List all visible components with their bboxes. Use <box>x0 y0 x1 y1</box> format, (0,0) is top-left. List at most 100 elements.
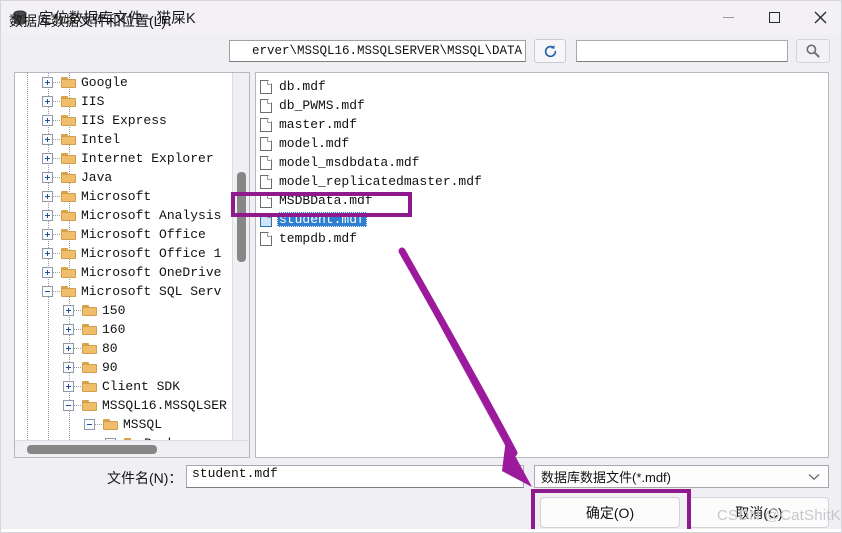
maximize-icon <box>768 12 780 23</box>
tree-guide-dots <box>53 267 61 278</box>
tree-vertical-scroll-thumb[interactable] <box>237 172 246 262</box>
tree-expand-icon[interactable] <box>63 362 74 373</box>
folder-icon <box>82 342 98 355</box>
tree-expand-icon[interactable] <box>63 343 74 354</box>
tree-expand-icon[interactable] <box>63 324 74 335</box>
close-icon <box>814 11 826 24</box>
tree-item[interactable]: Client SDK <box>15 377 233 396</box>
tree-item[interactable]: IIS <box>15 92 233 111</box>
file-list-panel[interactable]: db.mdf db_PWMS.mdf master.mdf model.mdf mode… <box>255 72 829 458</box>
folder-icon <box>82 304 98 317</box>
tree-item-label: MSSQL <box>123 417 163 432</box>
tree-guide-dots <box>53 172 61 183</box>
tree-horizontal-scrollbar[interactable] <box>15 440 249 457</box>
tree-expand-icon[interactable] <box>42 267 53 278</box>
tree-item[interactable]: MSSQL16.MSSQLSER <box>15 396 233 415</box>
tree-expand-icon[interactable] <box>42 134 53 145</box>
tree-expand-icon[interactable] <box>42 248 53 259</box>
tree-guide-dots <box>53 134 61 145</box>
file-list-item[interactable]: db.mdf <box>260 77 332 96</box>
file-name: MSDBData.mdf <box>279 193 373 208</box>
file-type-select[interactable]: 数据库数据文件(*.mdf) <box>534 465 829 488</box>
tree-expand-icon[interactable] <box>42 229 53 240</box>
tree-guide-dots <box>74 305 82 316</box>
search-button[interactable] <box>796 39 830 63</box>
path-input[interactable]: erver\MSSQL16.MSSQLSERVER\MSSQL\DATA <box>229 40 526 62</box>
tree-expand-icon[interactable] <box>63 305 74 316</box>
folder-tree-panel[interactable]: Google IIS IIS Express Intel Internet Explor… <box>14 72 250 458</box>
tree-item[interactable]: IIS Express <box>15 111 233 130</box>
tree-item[interactable]: MSSQL <box>15 415 233 434</box>
window-controls <box>705 1 841 34</box>
search-input[interactable] <box>576 40 788 62</box>
cancel-button[interactable]: 取消(C) <box>689 497 829 528</box>
tree-item[interactable]: 90 <box>15 358 233 377</box>
tree-expand-icon[interactable] <box>42 115 53 126</box>
locate-database-file-dialog: 定位数据库文件 - 猫屎K 数据库数据文件和位置(L)： erver\MSSQL… <box>0 0 842 533</box>
refresh-button[interactable] <box>534 39 566 63</box>
tree-item-label: Microsoft OneDrive <box>81 265 222 280</box>
refresh-icon <box>544 44 556 57</box>
folder-icon <box>61 114 77 127</box>
folder-icon <box>61 95 77 108</box>
tree-vertical-scrollbar[interactable] <box>232 73 249 442</box>
tree-expand-icon[interactable] <box>42 191 53 202</box>
tree-guide-dots <box>53 96 61 107</box>
tree-item[interactable]: Intel <box>15 130 233 149</box>
tree-item-label: 80 <box>102 341 118 356</box>
location-label: 数据库数据文件和位置(L)： <box>9 13 181 29</box>
tree-collapse-icon[interactable] <box>42 286 53 297</box>
file-list-item[interactable]: MSDBData.mdf <box>260 191 379 210</box>
folder-icon <box>61 228 77 241</box>
folder-icon <box>82 380 98 393</box>
tree-collapse-icon[interactable] <box>63 400 74 411</box>
tree-item[interactable]: 80 <box>15 339 233 358</box>
folder-icon <box>82 399 98 412</box>
folder-icon <box>61 76 77 89</box>
tree-expand-icon[interactable] <box>42 210 53 221</box>
file-list-item[interactable]: tempdb.mdf <box>260 229 363 248</box>
tree-item[interactable]: Microsoft OneDrive <box>15 263 233 282</box>
file-list-item[interactable]: db_PWMS.mdf <box>260 96 371 115</box>
file-list-item[interactable]: model_replicatedmaster.mdf <box>260 172 488 191</box>
tree-guide-dots <box>74 381 82 392</box>
close-button[interactable] <box>797 1 841 34</box>
tree-item-label: Microsoft Office 1 <box>81 246 222 261</box>
tree-item[interactable]: 160 <box>15 320 233 339</box>
file-name: student.mdf <box>277 212 367 227</box>
file-icon <box>260 98 272 113</box>
file-icon <box>260 212 272 227</box>
tree-expand-icon[interactable] <box>63 381 74 392</box>
tree-item[interactable]: Microsoft Analysis <box>15 206 233 225</box>
tree-item[interactable]: Microsoft Office 1 <box>15 244 233 263</box>
tree-guide-dots <box>74 362 82 373</box>
file-name: model_msdbdata.mdf <box>279 155 420 170</box>
maximize-button[interactable] <box>751 1 797 34</box>
tree-item[interactable]: 150 <box>15 301 233 320</box>
file-list-item[interactable]: model.mdf <box>260 134 355 153</box>
tree-horizontal-scroll-thumb[interactable] <box>27 445 157 454</box>
folder-icon <box>61 266 77 279</box>
tree-collapse-icon[interactable] <box>84 419 95 430</box>
tree-item[interactable]: Microsoft Office <box>15 225 233 244</box>
tree-item[interactable]: Microsoft <box>15 187 233 206</box>
tree-item-label: 150 <box>102 303 126 318</box>
tree-item-label: Microsoft Analysis <box>81 208 222 223</box>
minimize-button[interactable] <box>705 1 751 34</box>
window-bottom-edge <box>1 529 841 532</box>
file-list-item-selected[interactable]: student.mdf <box>260 210 371 229</box>
ok-button[interactable]: 确定(O) <box>540 497 680 528</box>
tree-expand-icon[interactable] <box>42 77 53 88</box>
filename-input[interactable]: student.mdf <box>186 465 524 488</box>
file-list-item[interactable]: master.mdf <box>260 115 363 134</box>
tree-expand-icon[interactable] <box>42 172 53 183</box>
tree-expand-icon[interactable] <box>42 153 53 164</box>
tree-item[interactable]: Java <box>15 168 233 187</box>
file-list-item[interactable]: model_msdbdata.mdf <box>260 153 425 172</box>
tree-item[interactable]: Google <box>15 73 233 92</box>
tree-item-label: Microsoft Office <box>81 227 206 242</box>
tree-item[interactable]: Internet Explorer <box>15 149 233 168</box>
tree-item-label: Internet Explorer <box>81 151 214 166</box>
tree-expand-icon[interactable] <box>42 96 53 107</box>
tree-item[interactable]: Microsoft SQL Serv <box>15 282 233 301</box>
